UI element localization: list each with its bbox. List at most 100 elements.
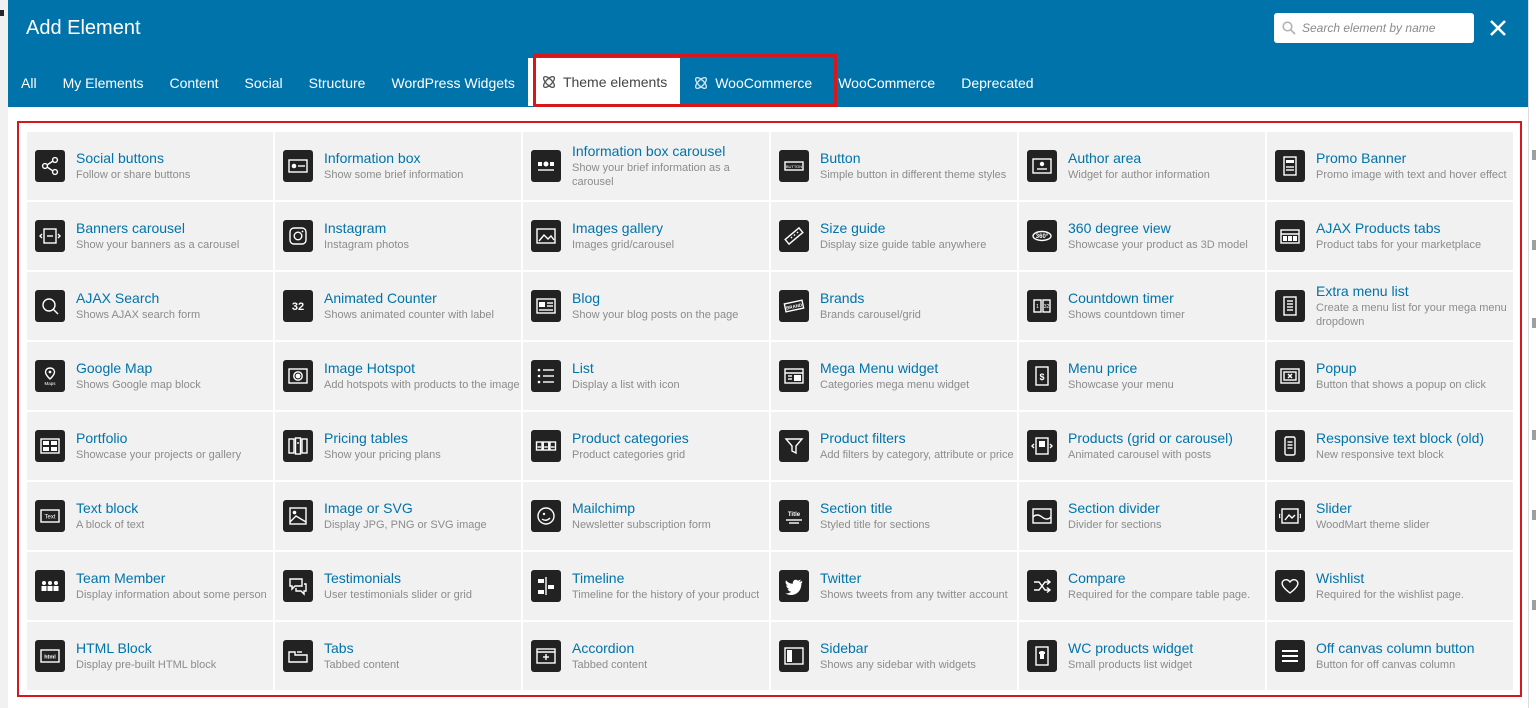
element-name: AJAX Search <box>76 290 160 306</box>
element-image-or-svg[interactable]: Image or SVG Display JPG, PNG or SVG imag… <box>275 482 521 550</box>
element-description: Display size guide table anywhere <box>820 239 987 251</box>
element-text: Responsive text block (old) New responsiv… <box>1316 430 1484 462</box>
element-social-buttons[interactable]: Social buttons Follow or share buttons <box>27 132 273 200</box>
element-mega-menu-widget[interactable]: Mega Menu widget Categories mega menu wid… <box>771 342 1017 410</box>
element-ajax-search[interactable]: AJAX Search Shows AJAX search form <box>27 272 273 340</box>
timeline-icon <box>531 570 561 602</box>
element-google-map[interactable]: Maps Google Map Shows Google map block <box>27 342 273 410</box>
element-promo-banner[interactable]: Promo Banner Promo image with text and ho… <box>1267 132 1513 200</box>
element-timeline[interactable]: Timeline Timeline for the history of your… <box>523 552 769 620</box>
tab-label: Social <box>244 74 283 91</box>
element-text: Countdown timer Shows countdown timer <box>1068 290 1185 322</box>
tab-woocommerce[interactable]: WooCommerce <box>825 58 948 107</box>
filter-icon <box>779 430 809 462</box>
element-compare[interactable]: Compare Required for the compare table pa… <box>1019 552 1265 620</box>
element-360-degree-view[interactable]: 360° 360 degree view Showcase your product… <box>1019 202 1265 270</box>
element-team-member[interactable]: Team Member Display information about som… <box>27 552 273 620</box>
element-blog[interactable]: Blog Show your blog posts on the page <box>523 272 769 340</box>
ruler-icon <box>779 220 809 252</box>
tab-theme-elements[interactable]: Theme elements <box>527 58 681 106</box>
element-accordion[interactable]: Accordion Tabbed content <box>523 622 769 690</box>
element-sidebar[interactable]: Sidebar Shows any sidebar with widgets <box>771 622 1017 690</box>
element-extra-menu-list[interactable]: Extra menu list Create a menu list for yo… <box>1267 272 1513 340</box>
element-countdown-timer[interactable]: 1 32 Countdown timer Shows countdown timer <box>1019 272 1265 340</box>
element-description: Product tabs for your marketplace <box>1316 239 1482 251</box>
element-text: Product filters Add filters by category, … <box>820 430 1014 462</box>
element-text: Team Member Display information about som… <box>76 570 267 602</box>
svg-text:$: $ <box>1039 372 1044 382</box>
elements-panel: Social buttons Follow or share buttons Inf… <box>17 121 1522 697</box>
element-text: Section divider Divider for sections <box>1068 500 1162 532</box>
element-responsive-text-block-old[interactable]: Responsive text block (old) New responsiv… <box>1267 412 1513 480</box>
element-mailchimp[interactable]: Mailchimp Newsletter subscription form <box>523 482 769 550</box>
element-banners-carousel[interactable]: Banners carousel Show your banners as a c… <box>27 202 273 270</box>
element-wishlist[interactable]: Wishlist Required for the wishlist page. <box>1267 552 1513 620</box>
element-brands[interactable]: BRAND Brands Brands carousel/grid <box>771 272 1017 340</box>
element-description: Show your blog posts on the page <box>572 309 739 321</box>
element-description: Required for the compare table page. <box>1068 589 1251 601</box>
element-product-categories[interactable]: Product categories Product categories gri… <box>523 412 769 480</box>
element-size-guide[interactable]: Size guide Display size guide table anywh… <box>771 202 1017 270</box>
element-section-title[interactable]: Title Section title Styled title for secti… <box>771 482 1017 550</box>
search-box[interactable] <box>1274 13 1474 43</box>
tab-wordpress-widgets[interactable]: WordPress Widgets <box>378 58 527 107</box>
element-text: Author area Widget for author information <box>1068 150 1210 182</box>
extra-menu-icon <box>1275 290 1305 322</box>
close-icon[interactable] <box>1486 16 1510 40</box>
element-description: Showcase your menu <box>1068 379 1174 391</box>
element-description: Display pre-built HTML block <box>76 659 217 671</box>
element-popup[interactable]: Popup Button that shows a popup on click <box>1267 342 1513 410</box>
element-tabs[interactable]: Tabs Tabbed content <box>275 622 521 690</box>
element-pricing-tables[interactable]: Pricing tables Show your pricing plans <box>275 412 521 480</box>
twitter-icon <box>779 570 809 602</box>
element-name: HTML Block <box>76 640 152 656</box>
woodmart-logo-icon <box>693 75 715 91</box>
element-images-gallery[interactable]: Images gallery Images grid/carousel <box>523 202 769 270</box>
element-wc-products-widget[interactable]: WC products widget Small products list wi… <box>1019 622 1265 690</box>
counter-icon: 32 <box>283 290 313 322</box>
element-off-canvas-column-button[interactable]: Off canvas column button Button for off c… <box>1267 622 1513 690</box>
element-list[interactable]: List Display a list with icon <box>523 342 769 410</box>
element-image-hotspot[interactable]: Image Hotspot Add hotspots with products … <box>275 342 521 410</box>
element-portfolio[interactable]: Portfolio Showcase your projects or galle… <box>27 412 273 480</box>
tab-social[interactable]: Social <box>232 58 296 107</box>
element-section-divider[interactable]: Section divider Divider for sections <box>1019 482 1265 550</box>
info-carousel-icon <box>531 150 561 182</box>
tab-my-elements[interactable]: My Elements <box>50 58 157 107</box>
element-description: Categories mega menu widget <box>820 379 970 391</box>
element-button[interactable]: BUTTON Button Simple button in different t… <box>771 132 1017 200</box>
element-description: Shows any sidebar with widgets <box>820 659 976 671</box>
element-menu-price[interactable]: $ Menu price Showcase your menu <box>1019 342 1265 410</box>
tab-all[interactable]: All <box>8 58 50 107</box>
element-products-grid-or-carousel[interactable]: Products (grid or carousel) Animated caro… <box>1019 412 1265 480</box>
element-html-block[interactable]: html HTML Block Display pre-built HTML blo… <box>27 622 273 690</box>
element-information-box[interactable]: Information box Show some brief informati… <box>275 132 521 200</box>
element-information-box-carousel[interactable]: Information box carousel Show your brief … <box>523 132 769 200</box>
tab-woocommerce[interactable]: WooCommerce <box>680 58 825 107</box>
element-slider[interactable]: Slider WoodMart theme slider <box>1267 482 1513 550</box>
element-product-filters[interactable]: Product filters Add filters by category, … <box>771 412 1017 480</box>
search-input[interactable] <box>1302 21 1462 35</box>
slider-icon <box>1275 500 1305 532</box>
element-name: Twitter <box>820 570 862 586</box>
element-text: Extra menu list Create a menu list for yo… <box>1316 283 1513 329</box>
element-name: 360 degree view <box>1068 220 1171 236</box>
tab-structure[interactable]: Structure <box>296 58 379 107</box>
element-text-block[interactable]: Text Text block A block of text <box>27 482 273 550</box>
element-instagram[interactable]: Instagram Instagram photos <box>275 202 521 270</box>
element-text: Slider WoodMart theme slider <box>1316 500 1430 532</box>
element-description: WoodMart theme slider <box>1316 519 1430 531</box>
element-animated-counter[interactable]: 32 Animated Counter Shows animated counter… <box>275 272 521 340</box>
tab-deprecated[interactable]: Deprecated <box>948 58 1046 107</box>
element-testimonials[interactable]: Testimonials User testimonials slider or … <box>275 552 521 620</box>
element-description: Button for off canvas column <box>1316 659 1456 671</box>
element-twitter[interactable]: Twitter Shows tweets from any twitter acc… <box>771 552 1017 620</box>
element-text: Brands Brands carousel/grid <box>820 290 921 322</box>
element-text: List Display a list with icon <box>572 360 680 392</box>
tab-content[interactable]: Content <box>156 58 231 107</box>
element-description: Display JPG, PNG or SVG image <box>324 519 487 531</box>
element-author-area[interactable]: Author area Widget for author information <box>1019 132 1265 200</box>
element-ajax-products-tabs[interactable]: AJAX Products tabs Product tabs for your … <box>1267 202 1513 270</box>
svg-text:32: 32 <box>1044 304 1050 310</box>
element-description: Shows tweets from any twitter account <box>820 589 1008 601</box>
